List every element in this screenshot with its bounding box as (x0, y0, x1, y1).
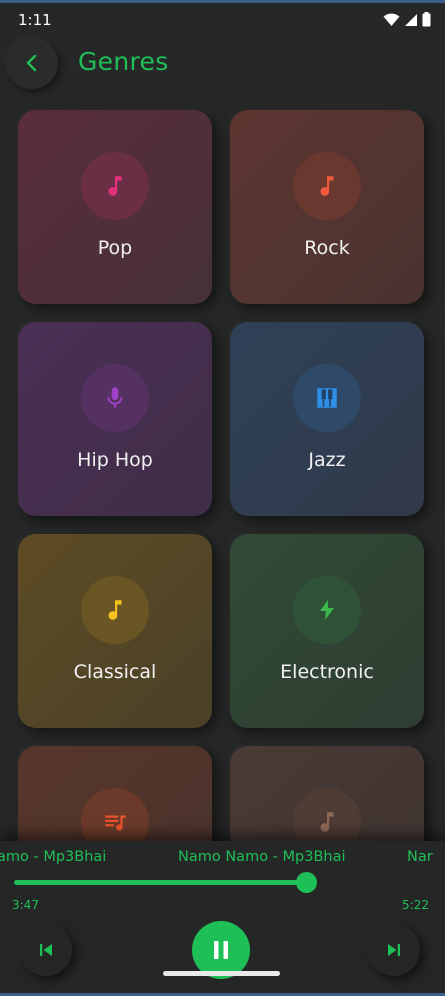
battery-icon (422, 12, 431, 27)
genre-label: Pop (97, 237, 133, 259)
current-time: 3:47 (12, 898, 39, 912)
genre-label: Classical (73, 661, 157, 683)
genre-card-pop[interactable]: Pop (18, 110, 212, 304)
chevron-left-icon (26, 54, 37, 72)
signal-icon (405, 13, 417, 26)
genre-icon-circle (81, 576, 149, 644)
genre-card-classical[interactable]: Classical (18, 534, 212, 728)
genre-icon-circle (293, 576, 361, 644)
genre-label: Electronic (280, 661, 374, 683)
skip-previous-icon (40, 944, 52, 956)
genre-icon-circle (81, 152, 149, 220)
status-bar: 1:11 (0, 3, 445, 35)
skip-next-icon (388, 944, 400, 956)
now-playing-marquee: amo - Mp3Bhai Namo Namo - Mp3Bhai Nar (0, 849, 445, 869)
genre-card-hip-hop[interactable]: Hip Hop (18, 322, 212, 516)
pause-icon (214, 941, 228, 959)
music-note-icon (320, 812, 334, 832)
music-note-icon (320, 176, 334, 196)
wifi-icon (383, 13, 400, 26)
genre-card-jazz[interactable]: Jazz (230, 322, 424, 516)
genre-card-rock[interactable]: Rock (230, 110, 424, 304)
genre-icon-circle (81, 364, 149, 432)
track-title-fragment: Nar (407, 849, 433, 865)
genre-icon-circle (293, 152, 361, 220)
app-screen: 1:11 Genres Pop Rock Hip Hop Jazz Classi… (0, 0, 445, 996)
page-title: Genres (78, 47, 169, 76)
track-title: Namo Namo - Mp3Bhai (178, 849, 346, 865)
genre-label: Rock (304, 237, 350, 259)
music-note-icon (108, 600, 122, 620)
next-button[interactable] (368, 924, 420, 976)
genre-label: Jazz (308, 449, 346, 471)
progress-bar[interactable] (14, 880, 306, 885)
home-indicator[interactable] (163, 971, 280, 976)
genre-card-electronic[interactable]: Electronic (230, 534, 424, 728)
status-icons (383, 12, 431, 27)
track-title-fragment: amo - Mp3Bhai (0, 849, 107, 865)
genre-label: Hip Hop (77, 449, 153, 471)
playlist-icon (105, 815, 126, 831)
lightning-icon (320, 600, 334, 620)
progress-thumb[interactable] (296, 872, 317, 893)
app-bar: Genres (0, 35, 445, 95)
microphone-icon (107, 387, 123, 408)
status-time: 1:11 (18, 11, 52, 29)
piano-icon (317, 388, 337, 408)
genre-icon-circle (293, 364, 361, 432)
total-time: 5:22 (402, 898, 429, 912)
music-note-icon (108, 176, 122, 196)
back-button[interactable] (6, 37, 58, 89)
previous-button[interactable] (20, 924, 72, 976)
